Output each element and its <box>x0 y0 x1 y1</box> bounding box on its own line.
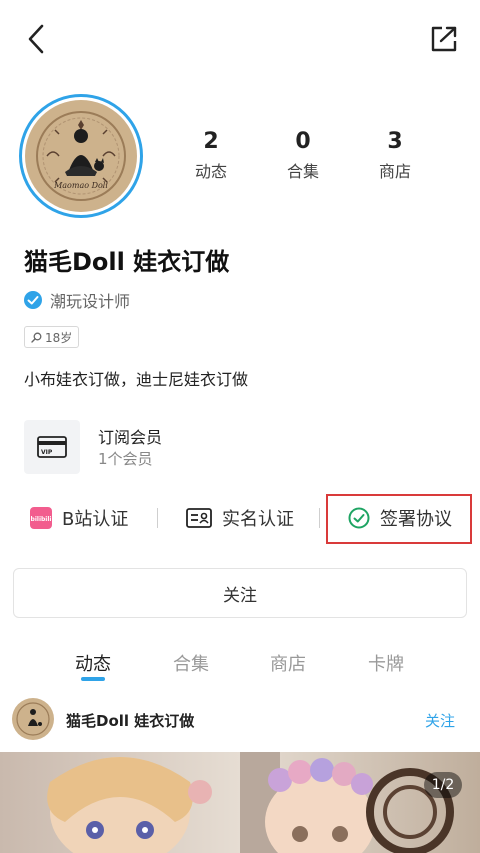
tab-posts[interactable]: 动态 <box>53 650 133 676</box>
bilibili-auth[interactable]: bilibili B站认证 <box>30 500 128 536</box>
agreement-highlight <box>326 494 472 544</box>
vip-card-box: VIP <box>24 420 80 474</box>
age-tag: 18岁 <box>24 326 80 348</box>
profile-name: 猫毛Doll 娃衣订做 <box>24 248 230 276</box>
follow-button[interactable]: 关注 <box>13 568 467 618</box>
post-avatar-image <box>12 698 54 740</box>
age-tag-text: 18岁 <box>45 330 73 345</box>
tab-shop[interactable]: 商店 <box>248 650 328 676</box>
stat-posts-label: 动态 <box>194 162 227 181</box>
post-follow-link[interactable]: 关注 <box>425 710 455 731</box>
bilibili-logo-icon: bilibili <box>30 507 52 529</box>
stat-collections[interactable]: 0 合集 <box>263 128 343 182</box>
realname-auth[interactable]: 实名认证 <box>186 500 294 536</box>
stat-shop-label: 商店 <box>378 162 411 181</box>
svg-text:VIP: VIP <box>41 449 53 456</box>
id-card-icon <box>186 508 212 528</box>
stat-collections-label: 合集 <box>286 162 319 181</box>
verification-text: 潮玩设计师 <box>50 292 131 311</box>
membership-title: 订阅会员 <box>98 428 163 447</box>
back-button[interactable] <box>22 22 52 56</box>
photo-page-indicator: 1/2 <box>424 772 462 798</box>
avatar-image: Maomao Doll <box>25 100 137 212</box>
profile-bio: 小布娃衣订做，迪士尼娃衣订做 <box>24 370 249 389</box>
post-photo[interactable] <box>0 752 480 853</box>
verification-row: 潮玩设计师 <box>24 289 130 311</box>
tab-cards[interactable]: 卡牌 <box>346 650 426 676</box>
stat-posts-value: 2 <box>203 129 219 154</box>
post-author-avatar[interactable] <box>12 698 54 740</box>
membership-subtitle: 1个会员 <box>98 450 153 468</box>
post-author-name[interactable]: 猫毛Doll 娃衣订做 <box>66 710 194 731</box>
verified-check-icon <box>24 291 42 309</box>
active-tab-indicator <box>81 677 105 681</box>
realname-auth-label: 实名认证 <box>222 509 294 530</box>
auth-divider <box>157 508 158 528</box>
stat-collections-value: 0 <box>295 129 311 154</box>
back-arrow-icon <box>28 24 44 54</box>
search-age-icon <box>31 332 42 343</box>
svg-text:Maomao Doll: Maomao Doll <box>53 181 108 190</box>
subscription-membership[interactable]: VIP 订阅会员 1个会员 <box>24 420 324 474</box>
tab-collections[interactable]: 合集 <box>151 650 231 676</box>
stat-shop-value: 3 <box>387 129 403 154</box>
vip-card-icon: VIP <box>37 436 67 458</box>
auth-divider <box>319 508 320 528</box>
doll-photo-image <box>0 752 480 853</box>
svg-text:bilibili: bilibili <box>31 516 52 523</box>
stat-posts[interactable]: 2 动态 <box>171 128 251 182</box>
bilibili-auth-label: B站认证 <box>62 509 129 530</box>
avatar[interactable]: Maomao Doll <box>19 94 143 218</box>
stat-shop[interactable]: 3 商店 <box>355 128 435 182</box>
share-icon <box>431 26 457 52</box>
share-button[interactable] <box>428 24 460 54</box>
